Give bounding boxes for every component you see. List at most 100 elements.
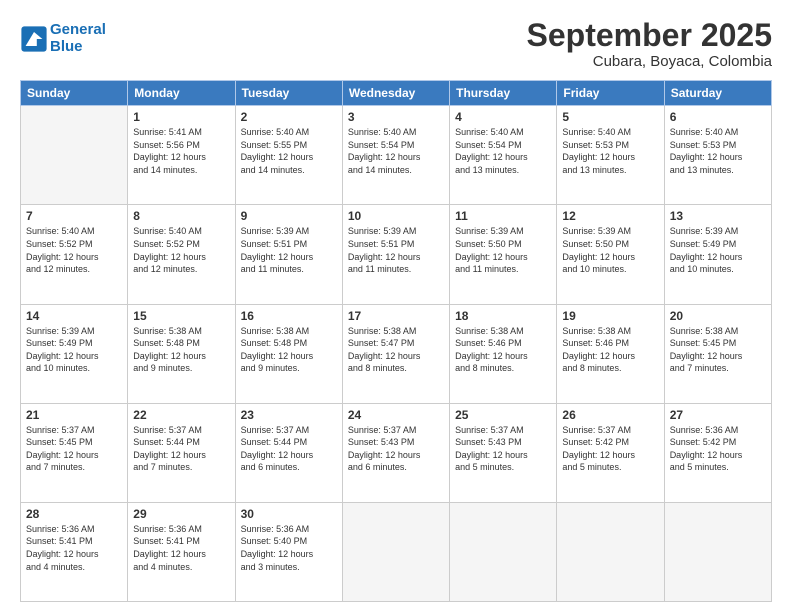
day-info: Sunrise: 5:39 AM Sunset: 5:49 PM Dayligh… — [670, 225, 766, 275]
day-info: Sunrise: 5:40 AM Sunset: 5:52 PM Dayligh… — [26, 225, 122, 275]
calendar-cell: 27Sunrise: 5:36 AM Sunset: 5:42 PM Dayli… — [664, 403, 771, 502]
calendar-cell: 4 Sunrise: 5:40 AM Sunset: 5:54 PM Daylig… — [450, 106, 557, 205]
weekday-header-tuesday: Tuesday — [235, 81, 342, 106]
calendar-cell: 3 Sunrise: 5:40 AM Sunset: 5:54 PM Daylig… — [342, 106, 449, 205]
day-number: 26 — [562, 408, 658, 422]
day-number: 25 — [455, 408, 551, 422]
day-info: Sunrise: 5:36 AM Sunset: 5:40 PM Dayligh… — [241, 523, 337, 573]
weekday-header-wednesday: Wednesday — [342, 81, 449, 106]
calendar-cell: 24 Sunrise: 5:37 AM Sunset: 5:43 PM Dayli… — [342, 403, 449, 502]
calendar-cell: 29 Sunrise: 5:36 AM Sunset: 5:41 PM Dayli… — [128, 502, 235, 601]
day-info: Sunrise: 5:38 AM Sunset: 5:46 PM Dayligh… — [455, 325, 551, 375]
calendar-cell: 13 Sunrise: 5:39 AM Sunset: 5:49 PM Dayli… — [664, 205, 771, 304]
day-number: 28 — [26, 507, 122, 521]
day-info: Sunrise: 5:37 AM Sunset: 5:44 PM Dayligh… — [133, 424, 229, 474]
logo: General Blue — [20, 22, 106, 55]
day-number: 15 — [133, 309, 229, 323]
weekday-header-monday: Monday — [128, 81, 235, 106]
day-number: 2 — [241, 110, 337, 124]
week-row-2: 7Sunrise: 5:40 AM Sunset: 5:52 PM Daylig… — [21, 205, 772, 304]
day-number: 13 — [670, 209, 766, 223]
day-number: 29 — [133, 507, 229, 521]
week-row-1: 1 Sunrise: 5:41 AM Sunset: 5:56 PM Daylig… — [21, 106, 772, 205]
day-number: 18 — [455, 309, 551, 323]
week-row-4: 21 Sunrise: 5:37 AM Sunset: 5:45 PM Dayli… — [21, 403, 772, 502]
calendar-cell — [664, 502, 771, 601]
calendar-cell: 30 Sunrise: 5:36 AM Sunset: 5:40 PM Dayli… — [235, 502, 342, 601]
day-number: 24 — [348, 408, 444, 422]
day-number: 19 — [562, 309, 658, 323]
week-row-3: 14Sunrise: 5:39 AM Sunset: 5:49 PM Dayli… — [21, 304, 772, 403]
calendar-cell: 26 Sunrise: 5:37 AM Sunset: 5:42 PM Dayli… — [557, 403, 664, 502]
title-block: September 2025 Cubara, Boyaca, Colombia — [527, 18, 772, 70]
calendar-cell: 5 Sunrise: 5:40 AM Sunset: 5:53 PM Daylig… — [557, 106, 664, 205]
day-info: Sunrise: 5:39 AM Sunset: 5:50 PM Dayligh… — [562, 225, 658, 275]
day-number: 6 — [670, 110, 766, 124]
calendar-cell: 15 Sunrise: 5:38 AM Sunset: 5:48 PM Dayli… — [128, 304, 235, 403]
day-number: 4 — [455, 110, 551, 124]
weekday-header-thursday: Thursday — [450, 81, 557, 106]
day-number: 21 — [26, 408, 122, 422]
day-number: 3 — [348, 110, 444, 124]
calendar-cell — [342, 502, 449, 601]
day-info: Sunrise: 5:36 AM Sunset: 5:41 PM Dayligh… — [133, 523, 229, 573]
day-info: Sunrise: 5:38 AM Sunset: 5:48 PM Dayligh… — [241, 325, 337, 375]
day-number: 27 — [670, 408, 766, 422]
calendar-table: SundayMondayTuesdayWednesdayThursdayFrid… — [20, 80, 772, 602]
logo-icon — [20, 25, 48, 53]
day-info: Sunrise: 5:40 AM Sunset: 5:53 PM Dayligh… — [670, 126, 766, 176]
calendar-cell: 6 Sunrise: 5:40 AM Sunset: 5:53 PM Daylig… — [664, 106, 771, 205]
day-info: Sunrise: 5:37 AM Sunset: 5:42 PM Dayligh… — [562, 424, 658, 474]
calendar-cell: 22Sunrise: 5:37 AM Sunset: 5:44 PM Dayli… — [128, 403, 235, 502]
calendar-cell: 23 Sunrise: 5:37 AM Sunset: 5:44 PM Dayli… — [235, 403, 342, 502]
day-info: Sunrise: 5:40 AM Sunset: 5:54 PM Dayligh… — [348, 126, 444, 176]
calendar-cell: 28Sunrise: 5:36 AM Sunset: 5:41 PM Dayli… — [21, 502, 128, 601]
day-number: 5 — [562, 110, 658, 124]
calendar-cell: 18 Sunrise: 5:38 AM Sunset: 5:46 PM Dayli… — [450, 304, 557, 403]
day-info: Sunrise: 5:41 AM Sunset: 5:56 PM Dayligh… — [133, 126, 229, 176]
day-info: Sunrise: 5:38 AM Sunset: 5:48 PM Dayligh… — [133, 325, 229, 375]
calendar-cell: 7Sunrise: 5:40 AM Sunset: 5:52 PM Daylig… — [21, 205, 128, 304]
day-number: 11 — [455, 209, 551, 223]
weekday-header-row: SundayMondayTuesdayWednesdayThursdayFrid… — [21, 81, 772, 106]
day-number: 8 — [133, 209, 229, 223]
page: General Blue September 2025 Cubara, Boya… — [0, 0, 792, 612]
day-number: 23 — [241, 408, 337, 422]
day-info: Sunrise: 5:38 AM Sunset: 5:46 PM Dayligh… — [562, 325, 658, 375]
calendar-cell — [557, 502, 664, 601]
calendar-cell: 21 Sunrise: 5:37 AM Sunset: 5:45 PM Dayli… — [21, 403, 128, 502]
month-title: September 2025 — [527, 18, 772, 53]
day-info: Sunrise: 5:37 AM Sunset: 5:43 PM Dayligh… — [348, 424, 444, 474]
day-number: 1 — [133, 110, 229, 124]
logo-text: General Blue — [50, 22, 106, 55]
day-number: 12 — [562, 209, 658, 223]
day-info: Sunrise: 5:39 AM Sunset: 5:51 PM Dayligh… — [241, 225, 337, 275]
day-info: Sunrise: 5:39 AM Sunset: 5:50 PM Dayligh… — [455, 225, 551, 275]
day-info: Sunrise: 5:40 AM Sunset: 5:53 PM Dayligh… — [562, 126, 658, 176]
day-info: Sunrise: 5:40 AM Sunset: 5:52 PM Dayligh… — [133, 225, 229, 275]
day-info: Sunrise: 5:38 AM Sunset: 5:47 PM Dayligh… — [348, 325, 444, 375]
calendar-cell: 9Sunrise: 5:39 AM Sunset: 5:51 PM Daylig… — [235, 205, 342, 304]
calendar-cell: 2Sunrise: 5:40 AM Sunset: 5:55 PM Daylig… — [235, 106, 342, 205]
logo-line2: Blue — [50, 38, 83, 55]
calendar-cell: 16Sunrise: 5:38 AM Sunset: 5:48 PM Dayli… — [235, 304, 342, 403]
day-info: Sunrise: 5:37 AM Sunset: 5:45 PM Dayligh… — [26, 424, 122, 474]
day-info: Sunrise: 5:37 AM Sunset: 5:43 PM Dayligh… — [455, 424, 551, 474]
calendar-cell — [21, 106, 128, 205]
day-info: Sunrise: 5:39 AM Sunset: 5:51 PM Dayligh… — [348, 225, 444, 275]
day-info: Sunrise: 5:40 AM Sunset: 5:54 PM Dayligh… — [455, 126, 551, 176]
calendar-cell: 14Sunrise: 5:39 AM Sunset: 5:49 PM Dayli… — [21, 304, 128, 403]
calendar-cell: 12 Sunrise: 5:39 AM Sunset: 5:50 PM Dayli… — [557, 205, 664, 304]
day-info: Sunrise: 5:38 AM Sunset: 5:45 PM Dayligh… — [670, 325, 766, 375]
day-number: 14 — [26, 309, 122, 323]
calendar-cell: 8 Sunrise: 5:40 AM Sunset: 5:52 PM Daylig… — [128, 205, 235, 304]
calendar-cell: 19 Sunrise: 5:38 AM Sunset: 5:46 PM Dayli… — [557, 304, 664, 403]
header: General Blue September 2025 Cubara, Boya… — [20, 18, 772, 70]
day-number: 20 — [670, 309, 766, 323]
day-info: Sunrise: 5:37 AM Sunset: 5:44 PM Dayligh… — [241, 424, 337, 474]
calendar-cell: 10 Sunrise: 5:39 AM Sunset: 5:51 PM Dayli… — [342, 205, 449, 304]
logo-line1: General — [50, 21, 106, 38]
weekday-header-friday: Friday — [557, 81, 664, 106]
day-number: 10 — [348, 209, 444, 223]
day-number: 30 — [241, 507, 337, 521]
